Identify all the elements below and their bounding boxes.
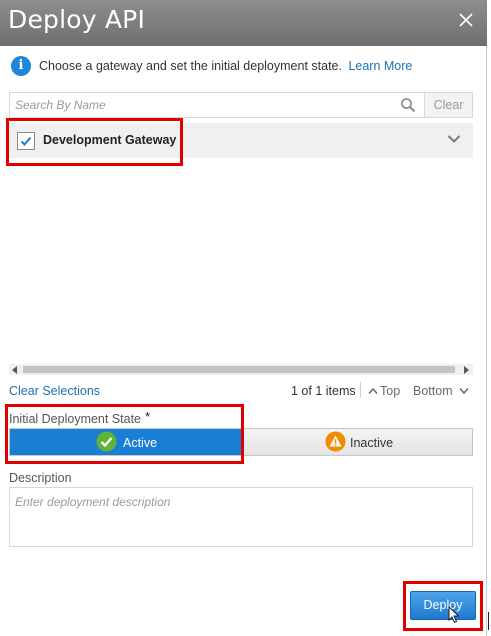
active-label: Active: [123, 436, 158, 450]
inactive-option[interactable]: Inactive: [242, 429, 472, 455]
learn-more-link[interactable]: Learn More: [348, 59, 412, 73]
chevron-down-icon[interactable]: [447, 134, 461, 144]
scroll-top-link[interactable]: Top: [368, 384, 400, 398]
gateway-checkbox[interactable]: [17, 132, 35, 150]
deploy-button[interactable]: Deploy: [410, 591, 476, 620]
deploy-api-dialog: Deploy API i Choose a gateway and set th…: [0, 0, 487, 636]
search-box: Clear: [9, 92, 473, 118]
deployment-state-label: Initial Deployment State *: [9, 409, 151, 426]
info-message: i Choose a gateway and set the initial d…: [11, 56, 481, 78]
clear-selections-link[interactable]: Clear Selections: [9, 384, 100, 398]
dialog-title: Deploy API: [8, 5, 146, 34]
clear-search-button[interactable]: Clear: [424, 93, 472, 117]
dialog-header: Deploy API: [0, 0, 487, 46]
scrollbar-thumb[interactable]: [23, 366, 455, 373]
edge-divider: [488, 612, 489, 630]
horizontal-scrollbar[interactable]: [9, 364, 473, 375]
pager-divider: [360, 382, 361, 398]
bottom-label: Bottom: [413, 384, 453, 398]
gateway-name: Development Gateway: [43, 133, 177, 147]
search-input[interactable]: [10, 93, 390, 117]
items-count: 1 of 1 items: [291, 384, 356, 398]
scroll-left-icon[interactable]: [12, 366, 18, 374]
deployment-state-label-text: Initial Deployment State: [9, 412, 142, 426]
chevron-down-small-icon: [459, 388, 469, 395]
active-option[interactable]: Active: [10, 429, 242, 455]
gateway-list-item[interactable]: Development Gateway: [9, 123, 473, 158]
check-circle-icon: [96, 431, 117, 452]
required-marker: *: [145, 409, 151, 424]
scroll-bottom-link[interactable]: Bottom: [413, 384, 469, 398]
close-icon[interactable]: [455, 9, 477, 31]
chevron-up-icon: [368, 387, 378, 394]
info-text: Choose a gateway and set the initial dep…: [39, 59, 342, 73]
top-label: Top: [380, 384, 401, 398]
description-field[interactable]: [9, 487, 473, 547]
description-label: Description: [9, 471, 72, 485]
inactive-label: Inactive: [350, 436, 394, 450]
deployment-state-toggle: Active Inactive: [9, 428, 473, 456]
search-icon[interactable]: [400, 97, 416, 113]
info-icon: i: [11, 56, 31, 76]
warning-icon: [325, 431, 346, 452]
checkmark-icon: [20, 136, 32, 146]
scroll-right-icon[interactable]: [463, 366, 469, 374]
